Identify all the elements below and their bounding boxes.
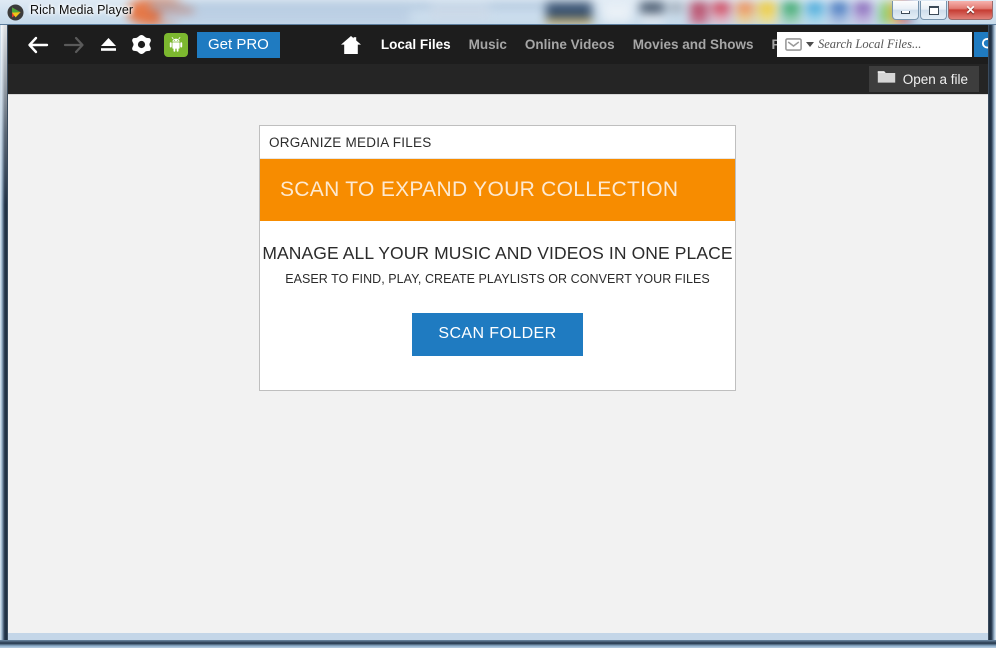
window-controls: ✕ [891, 1, 993, 20]
menu-item-movies-and-shows[interactable]: Movies and Shows [624, 25, 763, 64]
main-menu: Local Files Music Online Videos Movies a… [372, 25, 835, 64]
window-border-gloss [1, 25, 7, 205]
scan-folder-button[interactable]: SCAN FOLDER [412, 313, 583, 356]
maximize-button[interactable] [920, 1, 947, 20]
maximize-icon [928, 5, 939, 15]
close-icon: ✕ [965, 3, 976, 17]
aero-glass-backdrop [0, 0, 996, 24]
card-title: ORGANIZE MEDIA FILES [260, 126, 735, 159]
card-subline: EASER TO FIND, PLAY, CREATE PLAYLISTS OR… [285, 272, 710, 286]
card-body: MANAGE ALL YOUR MUSIC AND VIDEOS IN ONE … [260, 221, 735, 356]
app-logo-icon [7, 4, 24, 21]
open-a-file-label: Open a file [902, 71, 968, 87]
secondary-toolbar: Open a file [8, 64, 988, 94]
card-headline: MANAGE ALL YOUR MUSIC AND VIDEOS IN ONE … [262, 243, 733, 263]
search-input[interactable] [818, 34, 974, 55]
eject-button[interactable] [95, 30, 121, 60]
organize-media-files-card: ORGANIZE MEDIA FILES SCAN TO EXPAND YOUR… [259, 125, 736, 391]
search-submit-button[interactable] [974, 32, 988, 57]
get-pro-button[interactable]: Get PRO [197, 31, 280, 58]
search-scope-chevron-down-icon[interactable] [806, 42, 814, 47]
window-title: Rich Media Player [30, 3, 134, 17]
open-a-file-button[interactable]: Open a file [868, 66, 979, 92]
search-bar [777, 32, 988, 57]
card-banner-text: SCAN TO EXPAND YOUR COLLECTION [280, 178, 679, 201]
title-bar: Rich Media Player ✕ [0, 0, 996, 25]
minimize-icon [901, 11, 910, 14]
menu-item-local-files[interactable]: Local Files [372, 25, 460, 64]
settings-gear-icon[interactable] [128, 30, 154, 60]
card-banner: SCAN TO EXPAND YOUR COLLECTION [260, 159, 735, 221]
forward-button[interactable] [59, 30, 89, 60]
client-area: Get PRO Local Files Music Online Videos … [8, 25, 988, 633]
menu-item-online-videos[interactable]: Online Videos [516, 25, 624, 64]
window-border-bottom [0, 640, 996, 648]
android-icon[interactable] [164, 32, 188, 57]
window-border-right [988, 25, 996, 640]
close-button[interactable]: ✕ [948, 1, 993, 20]
content-area: ORGANIZE MEDIA FILES SCAN TO EXPAND YOUR… [8, 94, 988, 633]
main-toolbar: Get PRO Local Files Music Online Videos … [8, 25, 988, 64]
folder-icon [877, 69, 896, 89]
search-scope-icon[interactable] [782, 37, 804, 53]
home-icon[interactable] [340, 34, 362, 56]
minimize-button[interactable] [892, 1, 919, 20]
menu-item-music[interactable]: Music [460, 25, 516, 64]
application-window: Rich Media Player ✕ Get PRO Local Files … [0, 0, 996, 648]
back-button[interactable] [23, 30, 53, 60]
